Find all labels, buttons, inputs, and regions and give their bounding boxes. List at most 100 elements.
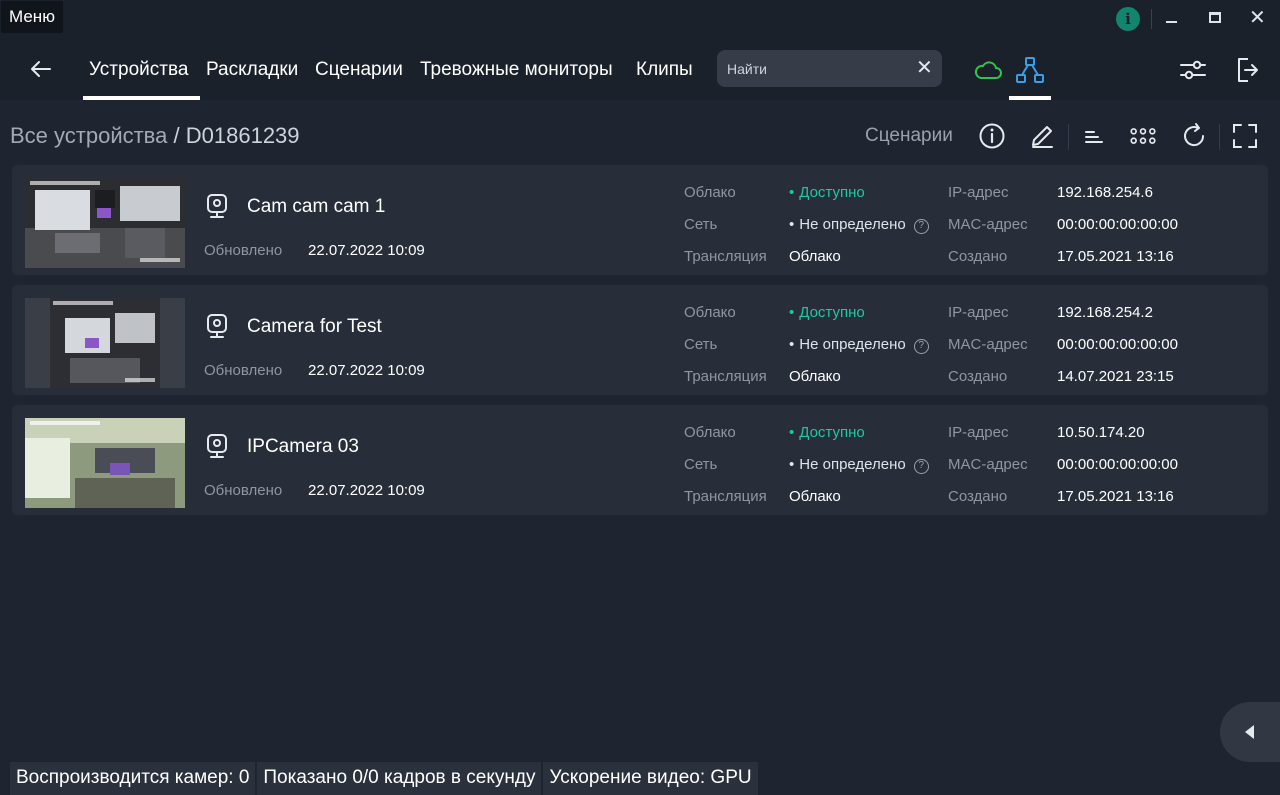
- ip-label: IP-адрес: [948, 184, 1009, 201]
- updated-label: Обновлено: [204, 242, 283, 259]
- cloud-label: Облако: [684, 304, 736, 321]
- cloud-status: Доступно: [789, 424, 864, 441]
- arrow-left-icon[interactable]: [28, 56, 54, 82]
- top-bar: Меню i ✕ Устройства Раскладки Сценарии Т…: [0, 0, 1280, 100]
- cloud-icon[interactable]: [973, 58, 1003, 82]
- webcam-icon: [207, 194, 227, 218]
- minimize-icon[interactable]: [1166, 21, 1177, 23]
- cloud-label: Облако: [684, 424, 736, 441]
- maximize-icon[interactable]: [1209, 12, 1221, 23]
- created-value: 17.05.2021 13:16: [1057, 488, 1174, 505]
- status-bar: Воспроизводится камер: 0 Показано 0/0 ка…: [10, 762, 758, 795]
- edit-icon[interactable]: [1028, 122, 1056, 150]
- cameras-playing-status: Воспроизводится камер: 0: [10, 762, 256, 795]
- search-input[interactable]: [727, 58, 907, 79]
- mac-value: 00:00:00:00:00:00: [1057, 336, 1178, 353]
- sort-icon[interactable]: [1080, 122, 1108, 150]
- updated-label: Обновлено: [204, 482, 283, 499]
- network-label: Сеть: [684, 456, 718, 473]
- network-status: Не определено: [789, 336, 906, 353]
- breadcrumb-root[interactable]: Все устройства: [10, 123, 167, 148]
- toolbar-divider: [1219, 124, 1220, 150]
- scenarios-button[interactable]: Сценарии: [865, 124, 953, 148]
- created-value: 17.05.2021 13:16: [1057, 248, 1174, 265]
- ip-value: 192.168.254.6: [1057, 184, 1153, 201]
- created-label: Создано: [948, 488, 1008, 505]
- help-icon[interactable]: ?: [913, 459, 929, 474]
- cloud-status: Доступно: [789, 304, 864, 321]
- ip-value: 192.168.254.2: [1057, 304, 1153, 321]
- stream-label: Трансляция: [684, 488, 767, 505]
- device-card[interactable]: IPCamera 03 Обновлено 22.07.2022 10:09 О…: [12, 405, 1268, 515]
- ip-label: IP-адрес: [948, 424, 1009, 441]
- cloud-status: Доступно: [789, 184, 864, 201]
- mac-label: MAC-адрес: [948, 456, 1028, 473]
- stream-value: Облако: [789, 488, 841, 505]
- network-label: Сеть: [684, 216, 718, 233]
- refresh-icon[interactable]: [1180, 122, 1208, 150]
- breadcrumb-separator: /: [173, 123, 180, 148]
- ip-label: IP-адрес: [948, 304, 1009, 321]
- tab-clips[interactable]: Клипы: [636, 58, 693, 82]
- stream-value: Облако: [789, 368, 841, 385]
- camera-thumbnail: [25, 418, 185, 508]
- network-status-row: Не определено?: [789, 456, 929, 474]
- help-icon[interactable]: ?: [913, 219, 929, 234]
- window-controls-divider: [1151, 9, 1152, 29]
- toolbar-divider: [1068, 124, 1069, 150]
- device-card[interactable]: Camera for Test Обновлено 22.07.2022 10:…: [12, 285, 1268, 395]
- updated-label: Обновлено: [204, 362, 283, 379]
- created-label: Создано: [948, 248, 1008, 265]
- device-name: IPCamera 03: [247, 436, 359, 457]
- updated-value: 22.07.2022 10:09: [308, 242, 425, 259]
- stream-value: Облако: [789, 248, 841, 265]
- network-label: Сеть: [684, 336, 718, 353]
- stream-label: Трансляция: [684, 368, 767, 385]
- cloud-label: Облако: [684, 184, 736, 201]
- filter-settings-icon[interactable]: [1178, 58, 1208, 82]
- network-status: Не определено: [789, 456, 906, 473]
- camera-thumbnail: [25, 298, 185, 388]
- mac-value: 00:00:00:00:00:00: [1057, 216, 1178, 233]
- network-status-row: Не определено?: [789, 216, 929, 234]
- mac-label: MAC-адрес: [948, 336, 1028, 353]
- side-panel-toggle[interactable]: [1220, 702, 1280, 762]
- ip-value: 10.50.174.20: [1057, 424, 1145, 441]
- updated-value: 22.07.2022 10:09: [308, 362, 425, 379]
- network-status: Не определено: [789, 216, 906, 233]
- clear-search-icon[interactable]: ✕: [916, 58, 934, 78]
- webcam-icon: [207, 434, 227, 458]
- created-value: 14.07.2021 23:15: [1057, 368, 1174, 385]
- fps-status: Показано 0/0 кадров в секунду: [257, 762, 542, 795]
- breadcrumb: Все устройства / D01861239: [10, 122, 300, 150]
- grid-icon[interactable]: [1129, 122, 1157, 150]
- mac-value: 00:00:00:00:00:00: [1057, 456, 1178, 473]
- tab-devices[interactable]: Устройства: [89, 58, 188, 82]
- help-icon[interactable]: ?: [913, 339, 929, 354]
- stream-label: Трансляция: [684, 248, 767, 265]
- webcam-icon: [207, 314, 227, 338]
- menu-button[interactable]: Меню: [1, 1, 63, 33]
- logout-icon[interactable]: [1235, 56, 1259, 84]
- tab-layouts[interactable]: Раскладки: [206, 58, 298, 82]
- tab-alarm-monitors[interactable]: Тревожные мониторы: [420, 58, 613, 82]
- camera-thumbnail: [25, 178, 185, 268]
- device-name: Camera for Test: [247, 316, 382, 337]
- updated-value: 22.07.2022 10:09: [308, 482, 425, 499]
- caret-left-icon: [1245, 725, 1254, 739]
- topology-active-indicator: [1009, 96, 1051, 100]
- topology-icon[interactable]: [1015, 56, 1045, 84]
- info-icon[interactable]: [978, 122, 1006, 150]
- device-card[interactable]: Cam cam cam 1 Обновлено 22.07.2022 10:09…: [12, 165, 1268, 275]
- breadcrumb-current: D01861239: [185, 123, 300, 148]
- created-label: Создано: [948, 368, 1008, 385]
- video-acceleration-status: Ускорение видео: GPU: [543, 762, 758, 795]
- fullscreen-icon[interactable]: [1231, 122, 1259, 150]
- active-tab-indicator: [83, 96, 200, 100]
- close-icon[interactable]: ✕: [1249, 8, 1266, 28]
- search-box[interactable]: ✕: [717, 50, 942, 87]
- network-status-row: Не определено?: [789, 336, 929, 354]
- device-name: Cam cam cam 1: [247, 196, 386, 217]
- info-icon[interactable]: i: [1116, 7, 1140, 31]
- tab-scenarios[interactable]: Сценарии: [315, 58, 403, 82]
